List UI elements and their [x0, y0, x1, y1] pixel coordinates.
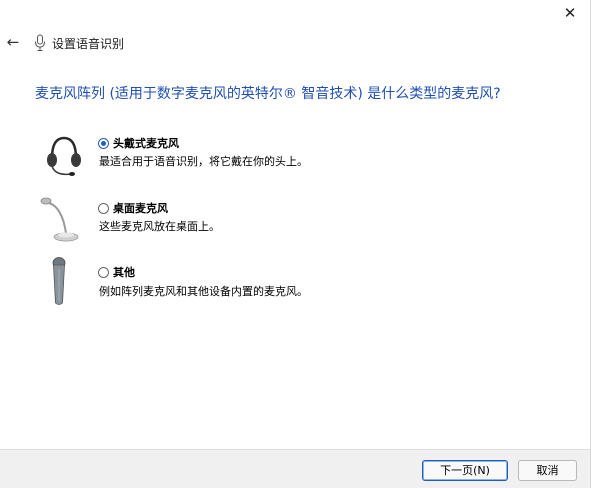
radio-headset[interactable]	[98, 138, 109, 149]
option-description: 最适合用于语音识别，将它戴在你的头上。	[99, 155, 308, 168]
cancel-button[interactable]: 取消	[518, 460, 577, 481]
radio-other[interactable]	[98, 267, 109, 278]
back-button[interactable]: ←	[4, 32, 22, 52]
option-label: 其他	[113, 266, 135, 279]
question-heading: 麦克风阵列 (适用于数字麦克风的英特尔® 智音技术) 是什么类型的麦克风?	[35, 86, 501, 102]
microphone-icon	[35, 34, 45, 51]
handheld-microphone-icon	[52, 257, 66, 305]
wizard-window: ✕ ← 设置语音识别 麦克风阵列 (适用于数字麦克风的英特尔® 智音技术) 是什…	[0, 0, 591, 488]
option-description: 例如阵列麦克风和其他设备内置的麦克风。	[99, 285, 308, 298]
option-label: 头戴式麦克风	[113, 137, 179, 150]
option-description: 这些麦克风放在桌面上。	[99, 220, 220, 233]
window-title: 设置语音识别	[52, 37, 125, 51]
radio-desktop-microphone[interactable]	[98, 203, 109, 214]
desktop-microphone-icon	[40, 197, 79, 242]
headset-icon	[47, 136, 81, 176]
wizard-header: ← 设置语音识别	[0, 30, 590, 56]
close-button[interactable]: ✕	[560, 4, 580, 22]
next-button[interactable]: 下一页(N)	[422, 460, 508, 481]
option-label: 桌面麦克风	[113, 202, 168, 215]
wizard-footer: 下一页(N) 取消	[0, 449, 590, 488]
